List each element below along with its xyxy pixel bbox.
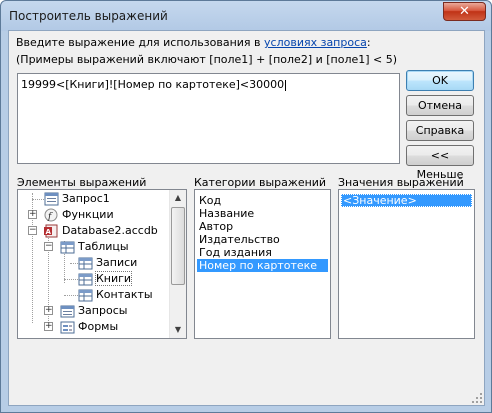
query-criteria-link[interactable]: условиях запроса bbox=[264, 36, 367, 49]
prompt-colon: : bbox=[366, 36, 371, 49]
tree-node-label: Таблицы bbox=[78, 240, 129, 253]
function-icon: f bbox=[44, 208, 58, 222]
ok-button[interactable]: OK bbox=[406, 70, 474, 91]
window-title: Построитель выражений bbox=[9, 9, 168, 23]
expression-text: 19999<[Книги]![Номер по картотеке]<30000 bbox=[21, 78, 285, 91]
expression-categories-list[interactable]: Код Название Автор Издательство Год изда… bbox=[194, 189, 331, 339]
tree-node-tables[interactable]: Таблицы bbox=[60, 239, 129, 255]
help-button[interactable]: Справка bbox=[406, 120, 474, 141]
queries-folder-icon bbox=[60, 305, 75, 318]
tree-node-label: Database2.accdb bbox=[62, 224, 158, 237]
tree-line bbox=[70, 263, 78, 264]
less-button[interactable]: << Меньше bbox=[406, 145, 474, 181]
table-icon bbox=[78, 257, 93, 270]
expression-builder-window: Построитель выражений ✕ Введите выражени… bbox=[0, 0, 492, 413]
expression-values-list[interactable]: <Значение> bbox=[338, 189, 475, 339]
prompt-line-2: (Примеры выражений включают [поле1] + [п… bbox=[16, 53, 398, 66]
category-item[interactable]: Код bbox=[197, 194, 221, 207]
expand-icon[interactable]: + bbox=[44, 306, 53, 315]
close-button[interactable]: ✕ bbox=[443, 2, 486, 21]
tree-scrollbar[interactable]: ▲ ▼ bbox=[169, 190, 186, 338]
collapse-icon[interactable]: − bbox=[28, 226, 37, 235]
query-icon bbox=[44, 192, 59, 206]
tree-node-contacts[interactable]: Контакты bbox=[78, 287, 153, 303]
scroll-up-arrow-icon[interactable]: ▲ bbox=[170, 190, 186, 206]
title-bar[interactable]: Построитель выражений ✕ bbox=[1, 1, 491, 31]
resize-grip-icon[interactable] bbox=[471, 392, 483, 404]
svg-text:A: A bbox=[46, 228, 52, 236]
scrollbar-thumb[interactable] bbox=[171, 207, 185, 285]
table-icon bbox=[78, 289, 93, 302]
text-cursor bbox=[285, 79, 287, 91]
tree-node-forms[interactable]: Формы bbox=[60, 319, 118, 335]
table-icon bbox=[78, 273, 93, 286]
prompt-line-1: Введите выражение для использования в ус… bbox=[16, 36, 371, 49]
dialog-body: Введите выражение для использования в ус… bbox=[8, 30, 485, 406]
tree-node-label: Запросы bbox=[78, 304, 128, 317]
tables-folder-icon bbox=[60, 241, 75, 254]
prompt-text: Введите выражение для использования в bbox=[16, 36, 265, 49]
category-item[interactable]: Год издания bbox=[197, 246, 272, 259]
access-db-icon: A bbox=[44, 224, 58, 238]
tree-node-queries[interactable]: Запросы bbox=[60, 303, 127, 319]
forms-folder-icon bbox=[60, 321, 75, 334]
cancel-button[interactable]: Отмена bbox=[406, 95, 474, 116]
tree-node-label: Функции bbox=[62, 208, 114, 221]
category-item-selected[interactable]: Номер по картотеке bbox=[197, 259, 328, 272]
values-label: Значения выражений bbox=[338, 176, 464, 189]
elements-label: Элементы выражений bbox=[17, 176, 147, 189]
tree-node-label: Книги bbox=[94, 271, 133, 286]
tree-node-label: Записи bbox=[96, 256, 138, 269]
tree-node-label: Контакты bbox=[96, 288, 153, 301]
categories-label: Категории выражений bbox=[194, 176, 327, 189]
expression-input[interactable]: 19999<[Книги]![Номер по картотеке]<30000 bbox=[17, 73, 400, 164]
tree-node-functions[interactable]: f Функции bbox=[44, 207, 114, 223]
tree-node-label: Запрос1 bbox=[62, 192, 110, 205]
tree-line bbox=[64, 295, 78, 296]
tree-node-records[interactable]: Записи bbox=[78, 255, 137, 271]
scroll-down-arrow-icon[interactable]: ▼ bbox=[170, 322, 186, 338]
tree-node-database[interactable]: A Database2.accdb bbox=[44, 223, 158, 239]
tree-node-query1[interactable]: Запрос1 bbox=[44, 191, 110, 207]
value-item-selected[interactable]: <Значение> bbox=[341, 194, 472, 207]
tree-line bbox=[64, 279, 78, 280]
category-item[interactable]: Автор bbox=[197, 220, 233, 233]
category-item[interactable]: Издательство bbox=[197, 233, 280, 246]
expand-icon[interactable]: + bbox=[44, 322, 53, 331]
collapse-icon[interactable]: − bbox=[44, 242, 53, 251]
tree-line bbox=[32, 199, 44, 200]
tree-node-books[interactable]: Книги bbox=[78, 271, 133, 287]
expand-icon[interactable]: + bbox=[28, 210, 37, 219]
expression-elements-tree[interactable]: Запрос1 + f Функции − A Database2.accdb − … bbox=[17, 189, 187, 339]
tree-node-label: Формы bbox=[78, 320, 119, 333]
category-item[interactable]: Название bbox=[197, 207, 254, 220]
